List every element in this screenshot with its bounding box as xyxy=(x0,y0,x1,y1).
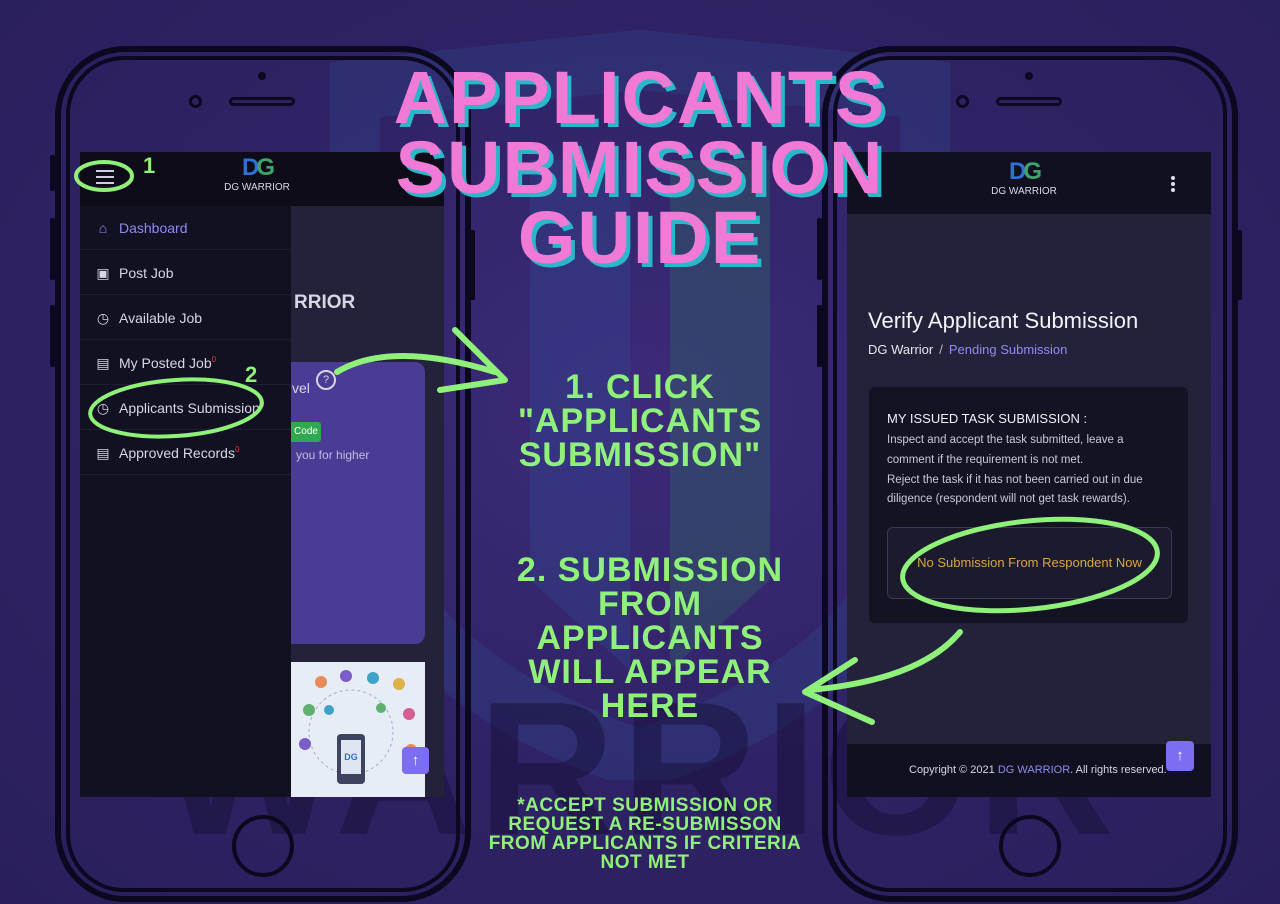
applicants-submission-highlight-circle xyxy=(88,377,264,439)
annotation-layer xyxy=(74,160,1160,725)
arrow-from-step-2 xyxy=(807,629,963,693)
empty-message-highlight-circle xyxy=(900,516,1160,614)
arrow-to-step-1 xyxy=(334,353,498,375)
hamburger-highlight-circle xyxy=(74,160,134,192)
